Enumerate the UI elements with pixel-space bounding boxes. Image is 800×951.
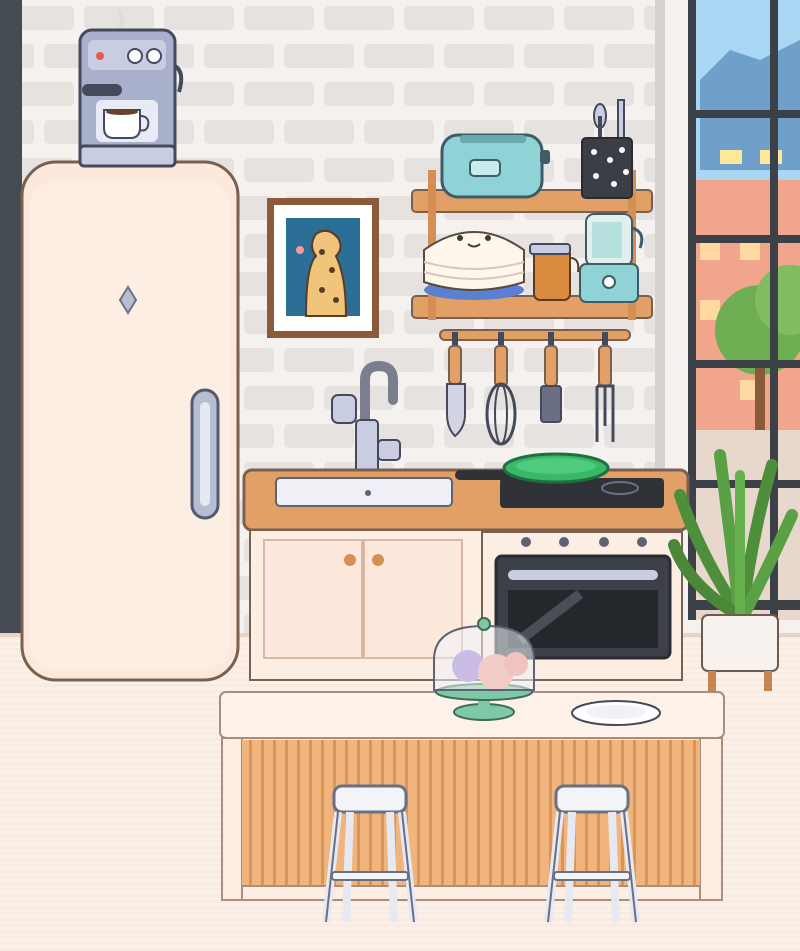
kitchen-illustration <box>0 0 800 951</box>
stovetop <box>500 478 664 508</box>
blender-icon[interactable] <box>579 213 644 303</box>
refrigerator-icon[interactable] <box>20 160 240 682</box>
kitchen-island <box>219 691 725 901</box>
sink-icon[interactable] <box>275 477 453 507</box>
plate-icon[interactable] <box>571 700 661 726</box>
kitchen-scene <box>0 0 800 951</box>
coffee-machine-icon[interactable] <box>78 8 184 168</box>
picture-frame-icon[interactable] <box>267 198 379 338</box>
toaster-icon[interactable] <box>440 133 550 199</box>
cake-icon[interactable] <box>423 231 525 300</box>
